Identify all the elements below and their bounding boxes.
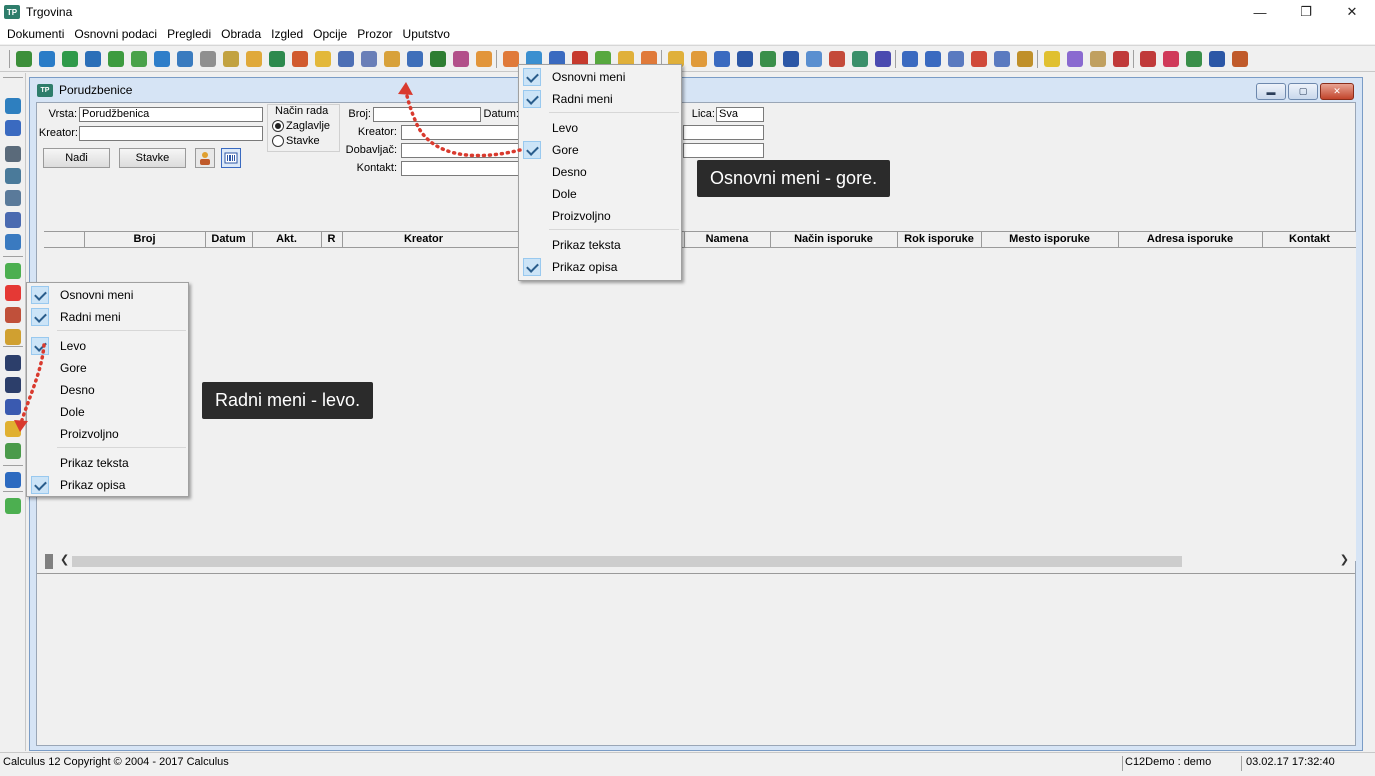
arrow-left-path (20, 343, 46, 422)
arrow-top-head (398, 82, 413, 95)
arrow-top-path (404, 90, 522, 158)
status-datetime: 03.02.17 17:32:40 (1246, 756, 1335, 768)
annotation-arrows (14, 82, 522, 432)
status-user: C12Demo : demo (1125, 756, 1212, 768)
status-sep-2 (1241, 756, 1242, 771)
status-copyright: Calculus 12 Copyright © 2004 - 2017 Calc… (3, 756, 229, 768)
statusbar: Calculus 12 Copyright © 2004 - 2017 Calc… (0, 752, 1375, 776)
arrow-left-head (14, 420, 28, 432)
status-sep-1 (1122, 756, 1123, 771)
